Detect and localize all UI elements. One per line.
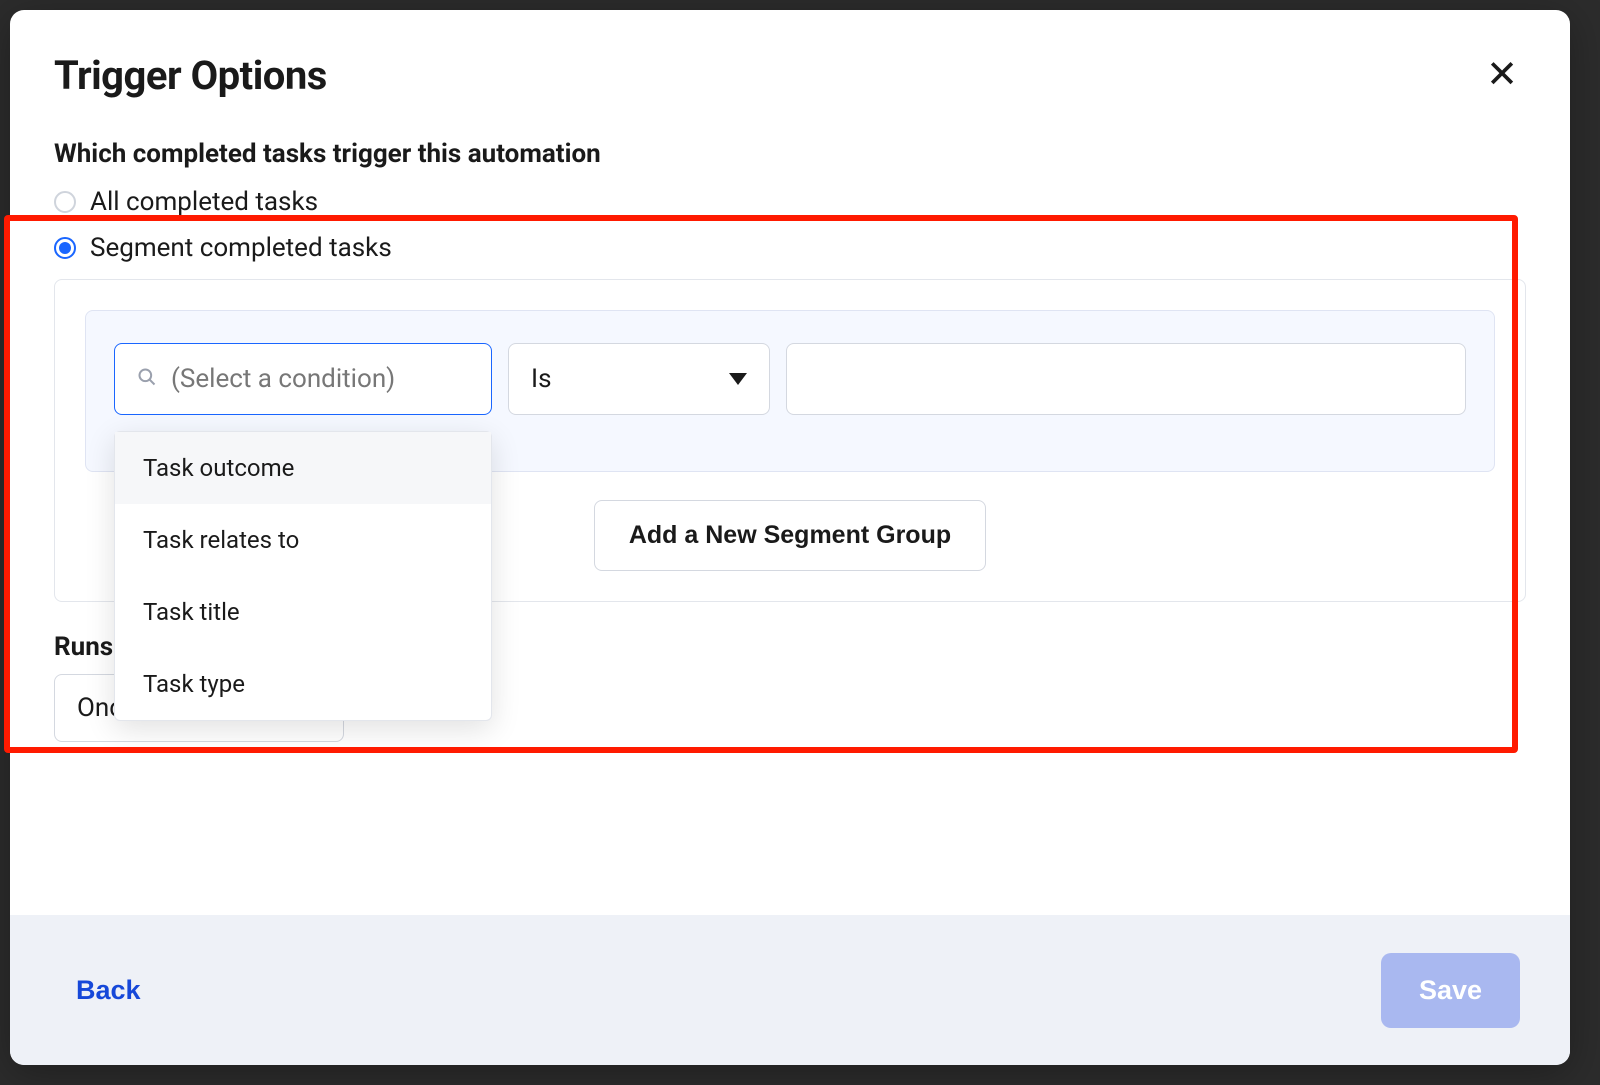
- condition-select[interactable]: (Select a condition): [114, 343, 492, 415]
- operator-select[interactable]: Is: [508, 343, 770, 415]
- close-icon: ✕: [1486, 54, 1518, 96]
- search-icon: [137, 364, 157, 394]
- radio-icon: [54, 191, 76, 213]
- dropdown-item-task-title[interactable]: Task title: [115, 576, 491, 648]
- condition-placeholder: (Select a condition): [171, 364, 395, 394]
- add-segment-group-button[interactable]: Add a New Segment Group: [594, 500, 986, 571]
- back-button[interactable]: Back: [76, 975, 141, 1006]
- chevron-down-icon: [729, 373, 747, 385]
- close-button[interactable]: ✕: [1478, 52, 1526, 98]
- trigger-options-modal: Trigger Options ✕ Which completed tasks …: [10, 10, 1570, 1065]
- condition-row: (Select a condition) Is: [114, 343, 1466, 415]
- modal-title: Trigger Options: [54, 52, 327, 99]
- dropdown-item-task-relates-to[interactable]: Task relates to: [115, 504, 491, 576]
- value-input[interactable]: [786, 343, 1466, 415]
- radio-icon-selected: [54, 237, 76, 259]
- operator-label: Is: [531, 364, 552, 394]
- modal-header: Trigger Options ✕: [10, 10, 1570, 99]
- modal-body: Which completed tasks trigger this autom…: [10, 99, 1570, 915]
- radio-all-row[interactable]: All completed tasks: [54, 187, 1526, 217]
- radio-segment-row[interactable]: Segment completed tasks: [54, 233, 1526, 263]
- save-button[interactable]: Save: [1381, 953, 1520, 1028]
- segment-inner: (Select a condition) Is Task outcome Tas…: [85, 310, 1495, 472]
- section-heading: Which completed tasks trigger this autom…: [54, 139, 1526, 169]
- modal-footer: Back Save: [10, 915, 1570, 1065]
- radio-all-label: All completed tasks: [90, 187, 318, 217]
- segment-box: (Select a condition) Is Task outcome Tas…: [54, 279, 1526, 602]
- dropdown-item-task-type[interactable]: Task type: [115, 648, 491, 720]
- dropdown-item-task-outcome[interactable]: Task outcome: [115, 432, 491, 504]
- condition-dropdown: Task outcome Task relates to Task title …: [114, 431, 492, 721]
- radio-segment-label: Segment completed tasks: [90, 233, 392, 263]
